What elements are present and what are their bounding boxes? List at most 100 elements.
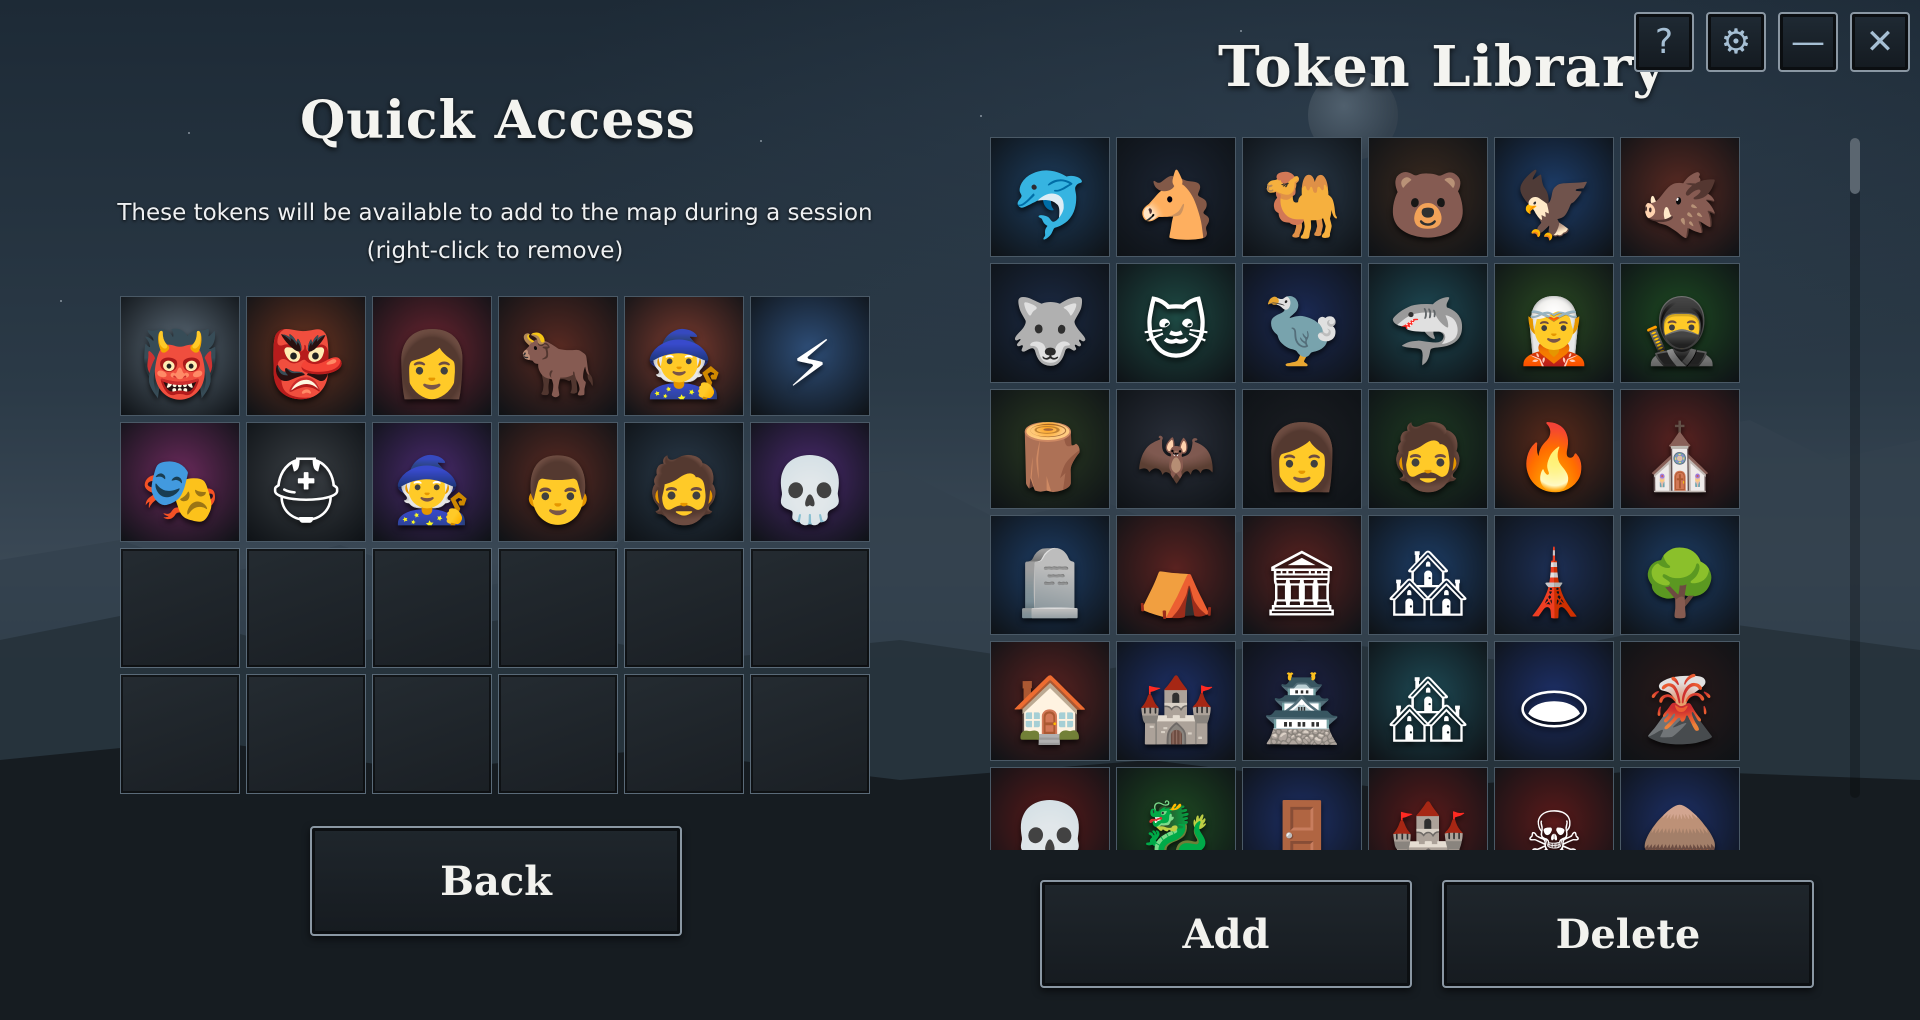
library-token[interactable]: ☠ <box>1494 767 1614 850</box>
token-library-title: Token Library <box>1218 34 1666 100</box>
help-button[interactable]: ? <box>1634 12 1694 72</box>
quick-access-token[interactable]: 🧙 <box>624 296 744 416</box>
library-token[interactable]: 🦇 <box>1116 389 1236 509</box>
quick-access-token[interactable]: 👩 <box>372 296 492 416</box>
add-button[interactable]: Add <box>1040 880 1412 988</box>
library-token[interactable]: 🐬 <box>990 137 1110 257</box>
graveyard-hill-icon: 🪦 <box>1010 547 1090 622</box>
long-haired-man-portrait-icon: 🧔 <box>644 454 724 529</box>
red-demon-warrior-portrait-icon: 👺 <box>266 328 346 403</box>
spiked-hut-icon: 🛖 <box>1640 799 1720 850</box>
quick-access-empty-slot[interactable] <box>372 674 492 794</box>
library-token[interactable]: 🌳 <box>1620 515 1740 635</box>
hooded-ranger-icon: 🧝 <box>1514 295 1594 370</box>
bald-bearded-man-icon: 🧔 <box>1388 421 1468 496</box>
library-token[interactable]: 🏘 <box>1368 515 1488 635</box>
library-token[interactable]: 🐱 <box>1116 263 1236 383</box>
quick-access-empty-slot[interactable] <box>372 548 492 668</box>
library-token[interactable]: 🌋 <box>1620 641 1740 761</box>
library-token[interactable]: 🛖 <box>1620 767 1740 850</box>
lava-pit-icon: 🌋 <box>1640 673 1720 748</box>
quick-access-token[interactable]: ⚡ <box>750 296 870 416</box>
library-token[interactable]: ⛪ <box>1620 389 1740 509</box>
quick-access-token[interactable]: 👹 <box>120 296 240 416</box>
library-token[interactable]: 🪦 <box>990 515 1110 635</box>
minotaur-portrait-icon: 🐂 <box>518 328 598 403</box>
quick-access-empty-slot[interactable] <box>750 548 870 668</box>
wolf-icon: 🐺 <box>1010 295 1090 370</box>
quick-access-token[interactable]: 👨 <box>498 422 618 542</box>
library-token[interactable]: 🐫 <box>1242 137 1362 257</box>
eagle-icon: 🦅 <box>1514 169 1594 244</box>
skull-lair-icon: 💀 <box>1010 799 1090 850</box>
skull-spiked-portrait-icon: 💀 <box>770 454 850 529</box>
quick-access-empty-slot[interactable] <box>246 674 366 794</box>
library-token[interactable]: 👩 <box>1242 389 1362 509</box>
quick-access-empty-slot[interactable] <box>624 674 744 794</box>
tent-camp-icon: ⛺ <box>1136 547 1216 622</box>
library-token[interactable]: 🕳 <box>1494 641 1614 761</box>
quick-access-empty-slot[interactable] <box>246 548 366 668</box>
settings-button[interactable]: ⚙ <box>1706 12 1766 72</box>
library-token[interactable]: 🪵 <box>990 389 1110 509</box>
library-scrollbar-track[interactable] <box>1850 138 1860 798</box>
necromancer-throne-icon: ☠ <box>1525 799 1583 850</box>
library-token[interactable]: 🧝 <box>1494 263 1614 383</box>
quick-access-empty-slot[interactable] <box>120 548 240 668</box>
ruined-arch-icon: 🏛 <box>1261 547 1343 622</box>
quick-access-token[interactable]: 🧙 <box>372 422 492 542</box>
library-token[interactable]: 🦅 <box>1494 137 1614 257</box>
quick-access-token[interactable]: 🧔 <box>624 422 744 542</box>
boar-icon: 🐗 <box>1640 169 1720 244</box>
blue-hooded-orc-portrait-icon: 👹 <box>140 328 220 403</box>
quick-access-empty-slot[interactable] <box>120 674 240 794</box>
quick-access-token[interactable]: ⛑ <box>246 422 366 542</box>
back-button[interactable]: Back <box>310 826 682 936</box>
library-token[interactable]: 🦈 <box>1368 263 1488 383</box>
library-token[interactable]: 🏰 <box>1368 767 1488 850</box>
library-token[interactable]: 🔥 <box>1494 389 1614 509</box>
quick-access-token[interactable]: 👺 <box>246 296 366 416</box>
library-token[interactable]: ⛺ <box>1116 515 1236 635</box>
wooden-barricade-icon: 🪵 <box>1010 421 1090 496</box>
delete-button[interactable]: Delete <box>1442 880 1814 988</box>
vulture-icon: 🦤 <box>1262 295 1342 370</box>
library-token[interactable]: 💀 <box>990 767 1110 850</box>
portal-gate-icon: 🚪 <box>1262 799 1342 850</box>
library-token[interactable]: 🏛 <box>1242 515 1362 635</box>
library-token[interactable]: 🦤 <box>1242 263 1362 383</box>
library-token[interactable]: 🏘 <box>1368 641 1488 761</box>
library-token[interactable]: 🐻 <box>1368 137 1488 257</box>
bear-icon: 🐻 <box>1388 169 1468 244</box>
library-token[interactable]: 🏰 <box>1116 641 1236 761</box>
dark-fortress-icon: 🏰 <box>1388 799 1468 850</box>
library-token[interactable]: 🏯 <box>1242 641 1362 761</box>
library-token[interactable]: 🐴 <box>1116 137 1236 257</box>
minimize-button[interactable]: — <box>1778 12 1838 72</box>
campfire-shrine-icon: 🔥 <box>1514 421 1594 496</box>
library-token[interactable]: 🐉 <box>1116 767 1236 850</box>
quick-access-token[interactable]: 🐂 <box>498 296 618 416</box>
library-token[interactable]: 🧔 <box>1368 389 1488 509</box>
library-token[interactable]: 🚪 <box>1242 767 1362 850</box>
library-token[interactable]: 🐺 <box>990 263 1110 383</box>
quick-access-empty-slot[interactable] <box>624 548 744 668</box>
token-library-viewport[interactable]: 🐬 🐴 🐫 🐻 🦅 🐗 🐺 🐱 🦤 🦈 🧝 🥷 🪵 🦇 👩 🧔 🔥 ⛪ 🪦 ⛺ 🏛 🏘 🗼 🌳 🏠 🏰 🏯 🏘 🕳 🌋 💀 🐉 🚪 🏰 ☠ 🛖 <box>990 137 1740 850</box>
quick-access-empty-slot[interactable] <box>498 548 618 668</box>
town-icon: 🏘 <box>1387 673 1469 748</box>
library-token[interactable]: 🐗 <box>1620 137 1740 257</box>
quick-access-token[interactable]: 💀 <box>750 422 870 542</box>
close-button[interactable]: ✕ <box>1850 12 1910 72</box>
cave-entrance-icon: 🕳 <box>1513 673 1595 748</box>
library-token[interactable]: 🏠 <box>990 641 1110 761</box>
dragon-nest-icon: 🐉 <box>1136 799 1216 850</box>
quick-access-token[interactable]: 🎭 <box>120 422 240 542</box>
bat-icon: 🦇 <box>1136 421 1216 496</box>
library-token[interactable]: 🗼 <box>1494 515 1614 635</box>
quick-access-empty-slot[interactable] <box>750 674 870 794</box>
quick-access-description: These tokens will be available to add to… <box>117 200 873 264</box>
library-token[interactable]: 🥷 <box>1620 263 1740 383</box>
quick-access-empty-slot[interactable] <box>498 674 618 794</box>
library-scrollbar-thumb[interactable] <box>1850 138 1860 194</box>
wizard-tower-icon: 🏰 <box>1136 673 1216 748</box>
